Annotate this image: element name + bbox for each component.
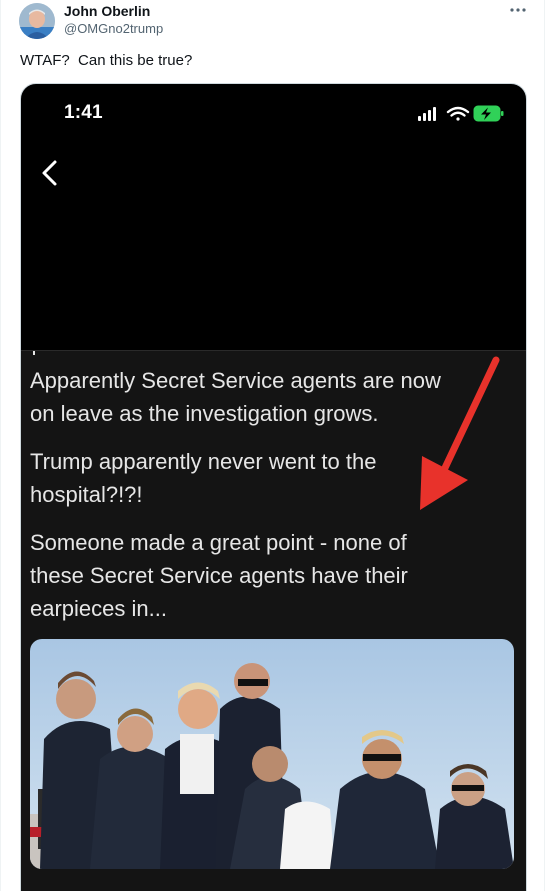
tweet-page: John Oberlin @OMGno2trump WTAF? Can this… <box>0 0 545 891</box>
post-line: Someone made a great point - none of <box>30 530 407 555</box>
post-fragment-mark <box>33 351 35 355</box>
tweet-media-image[interactable]: 1:41 Apparently Secret Service agents ar… <box>20 83 527 891</box>
status-bar-icons <box>418 105 504 122</box>
post-line: these Secret Service agents have their <box>30 563 408 588</box>
post-line: Trump apparently never went to the <box>30 449 377 474</box>
more-horizontal-icon <box>510 8 526 12</box>
chevron-left-icon[interactable] <box>39 158 61 188</box>
status-bar-time: 1:41 <box>64 102 103 123</box>
post-line: hospital?!?! <box>30 482 143 507</box>
more-options-button[interactable] <box>507 1 529 19</box>
tweet-text: WTAF? Can this be true? <box>20 52 193 69</box>
wifi-icon <box>446 106 470 121</box>
battery-charging-icon <box>473 105 504 122</box>
author-handle[interactable]: @OMGno2trump <box>64 21 163 37</box>
signal-icon <box>418 107 436 121</box>
red-arrow-annotation <box>420 356 500 510</box>
post-line: on leave as the investigation grows. <box>30 401 379 426</box>
author-avatar[interactable] <box>19 3 55 39</box>
post-line: Apparently Secret Service agents are now <box>30 368 441 393</box>
post-line: earpieces in... <box>30 596 167 621</box>
embedded-photo <box>30 639 514 869</box>
author-name[interactable]: John Oberlin <box>64 3 150 19</box>
